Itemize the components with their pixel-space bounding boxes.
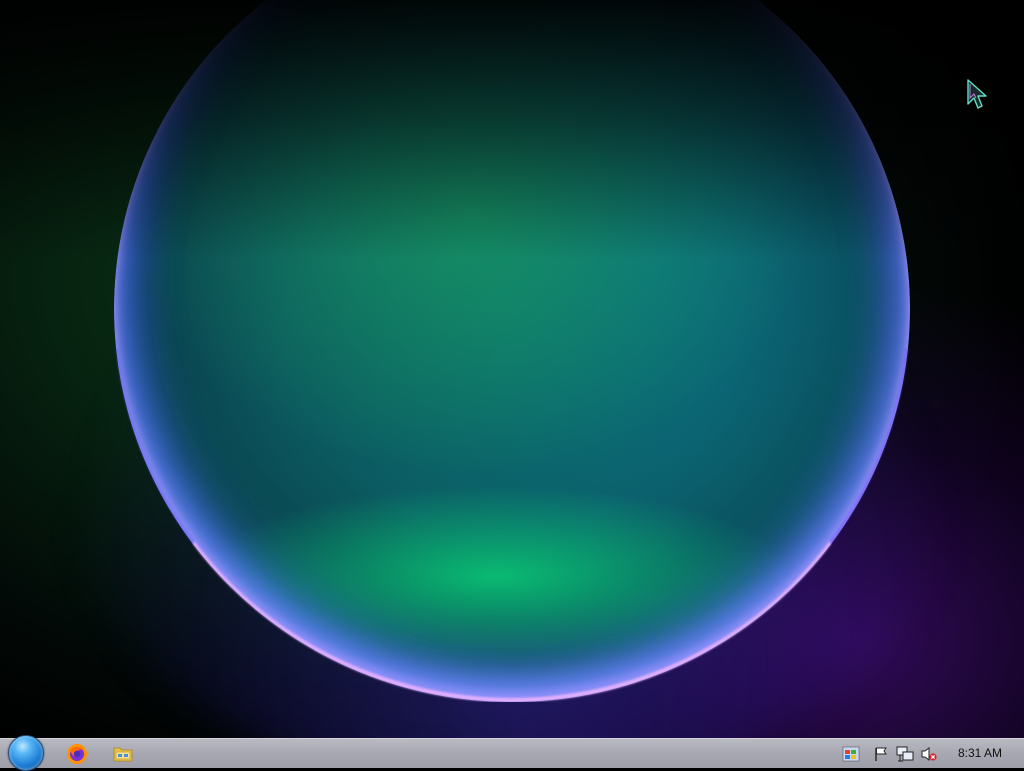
tray-windows-flag-button[interactable] [842,745,860,763]
windows-flag-icon [842,746,860,762]
wallpaper-shadow [0,0,1024,260]
taskbar-file-explorer-button[interactable] [108,739,138,768]
tray-network-button[interactable] [896,745,914,763]
action-center-flag-icon [875,747,887,761]
taskbar: 8:31 AM [0,735,1024,771]
start-orb-icon [8,735,44,771]
start-button[interactable] [6,735,46,771]
desktop[interactable] [0,0,1024,738]
volume-muted-icon [921,747,937,761]
taskbar-clock[interactable]: 8:31 AM [958,739,1002,768]
network-icon [896,746,914,762]
folder-icon [113,747,133,761]
tray-volume-button[interactable] [920,745,938,763]
firefox-icon [67,743,87,764]
taskbar-firefox-button[interactable] [62,739,92,768]
tray-action-center-button[interactable] [872,745,890,763]
mouse-cursor-icon [967,79,987,109]
